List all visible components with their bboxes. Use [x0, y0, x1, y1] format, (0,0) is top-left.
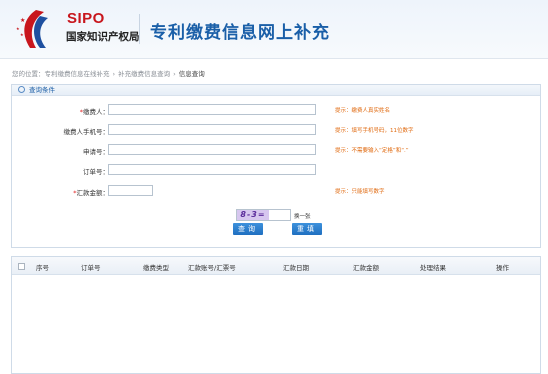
column-header-remit-account: 汇款账号/汇票号 [188, 264, 236, 272]
order-number-label: 订单号： [83, 168, 109, 176]
amount-input[interactable] [108, 185, 153, 196]
breadcrumb-current: 信息查询 [178, 70, 205, 78]
phone-input[interactable] [108, 124, 316, 135]
payer-label: *缴费人： [79, 108, 109, 116]
svg-text:★: ★ [20, 17, 25, 24]
column-header-remit-date: 汇款日期 [283, 264, 309, 272]
breadcrumb-separator: › [112, 70, 116, 78]
results-table-header: 序号 订单号 缴费类型 汇款账号/汇票号 汇款日期 汇款金额 处理结果 操作 [12, 257, 540, 275]
application-number-hint: 提示：不需要输入“定格”和“.” [335, 148, 409, 154]
query-panel-header: 查询条件 [12, 85, 540, 96]
order-number-input[interactable] [108, 164, 316, 175]
header: ★ ★ ★ SIPO 国家知识产权局 专利缴费信息网上补充 [0, 0, 548, 59]
breadcrumb-item-fee-query[interactable]: 补充缴费信息查询 [118, 70, 170, 78]
phone-label: 缴费人手机号： [63, 128, 110, 136]
logo-org-name: 国家知识产权局 [66, 31, 140, 43]
captcha-refresh-link[interactable]: 换一张 [294, 212, 311, 220]
query-button[interactable]: 查询 [233, 223, 263, 235]
query-section-title: 查询条件 [29, 86, 55, 94]
field-row-amount: *汇款金额： 提示：只能填写数字 [12, 185, 540, 197]
captcha-image: 8-3= [237, 210, 269, 220]
field-row-phone: 缴费人手机号： 提示：填写手机号码，11位数字 [12, 124, 540, 136]
breadcrumb-prefix: 您的位置： [12, 70, 45, 78]
breadcrumb: 您的位置：专利缴费信息在线补充 › 补充缴费信息查询 › 信息查询 [12, 68, 205, 78]
column-header-result: 处理结果 [420, 264, 446, 272]
field-row-payer: *缴费人： 提示：缴费人真实姓名 [12, 104, 540, 116]
svg-text:★: ★ [16, 26, 20, 31]
breadcrumb-item-online-supplement[interactable]: 专利缴费信息在线补充 [45, 70, 110, 78]
logo-abbr: SIPO [67, 10, 105, 27]
application-number-input[interactable] [108, 144, 316, 155]
amount-label: *汇款金额： [73, 189, 109, 197]
header-divider [139, 14, 140, 44]
column-header-fee-type: 缴费类型 [143, 264, 169, 272]
reset-button[interactable]: 重填 [292, 223, 322, 235]
site-title: 专利缴费信息网上补充 [150, 23, 330, 43]
results-table: 序号 订单号 缴费类型 汇款账号/汇票号 汇款日期 汇款金额 处理结果 操作 [11, 256, 541, 374]
payer-hint: 提示：缴费人真实姓名 [335, 108, 391, 114]
application-number-label: 申请号： [83, 148, 109, 156]
select-all-checkbox[interactable] [18, 263, 25, 270]
query-panel: 查询条件 *缴费人： 提示：缴费人真实姓名 缴费人手机号： 提示：填写手机号码，… [11, 84, 541, 248]
breadcrumb-separator: › [173, 70, 176, 78]
column-header-action: 操作 [496, 264, 509, 272]
column-header-order-number: 订单号 [81, 264, 101, 272]
sipo-logo-icon: ★ ★ ★ [16, 10, 48, 48]
captcha-field[interactable]: 8-3= [236, 209, 291, 221]
search-icon [18, 86, 25, 93]
svg-text:★: ★ [20, 32, 24, 37]
amount-hint: 提示：只能填写数字 [335, 189, 385, 195]
phone-hint: 提示：填写手机号码，11位数字 [335, 128, 414, 134]
field-row-application: 申请号： 提示：不需要输入“定格”和“.” [12, 144, 540, 156]
payer-input[interactable] [108, 104, 316, 115]
column-header-remit-amount: 汇款金额 [353, 264, 379, 272]
column-header-index: 序号 [36, 264, 49, 272]
field-row-order: 订单号： [12, 164, 540, 176]
